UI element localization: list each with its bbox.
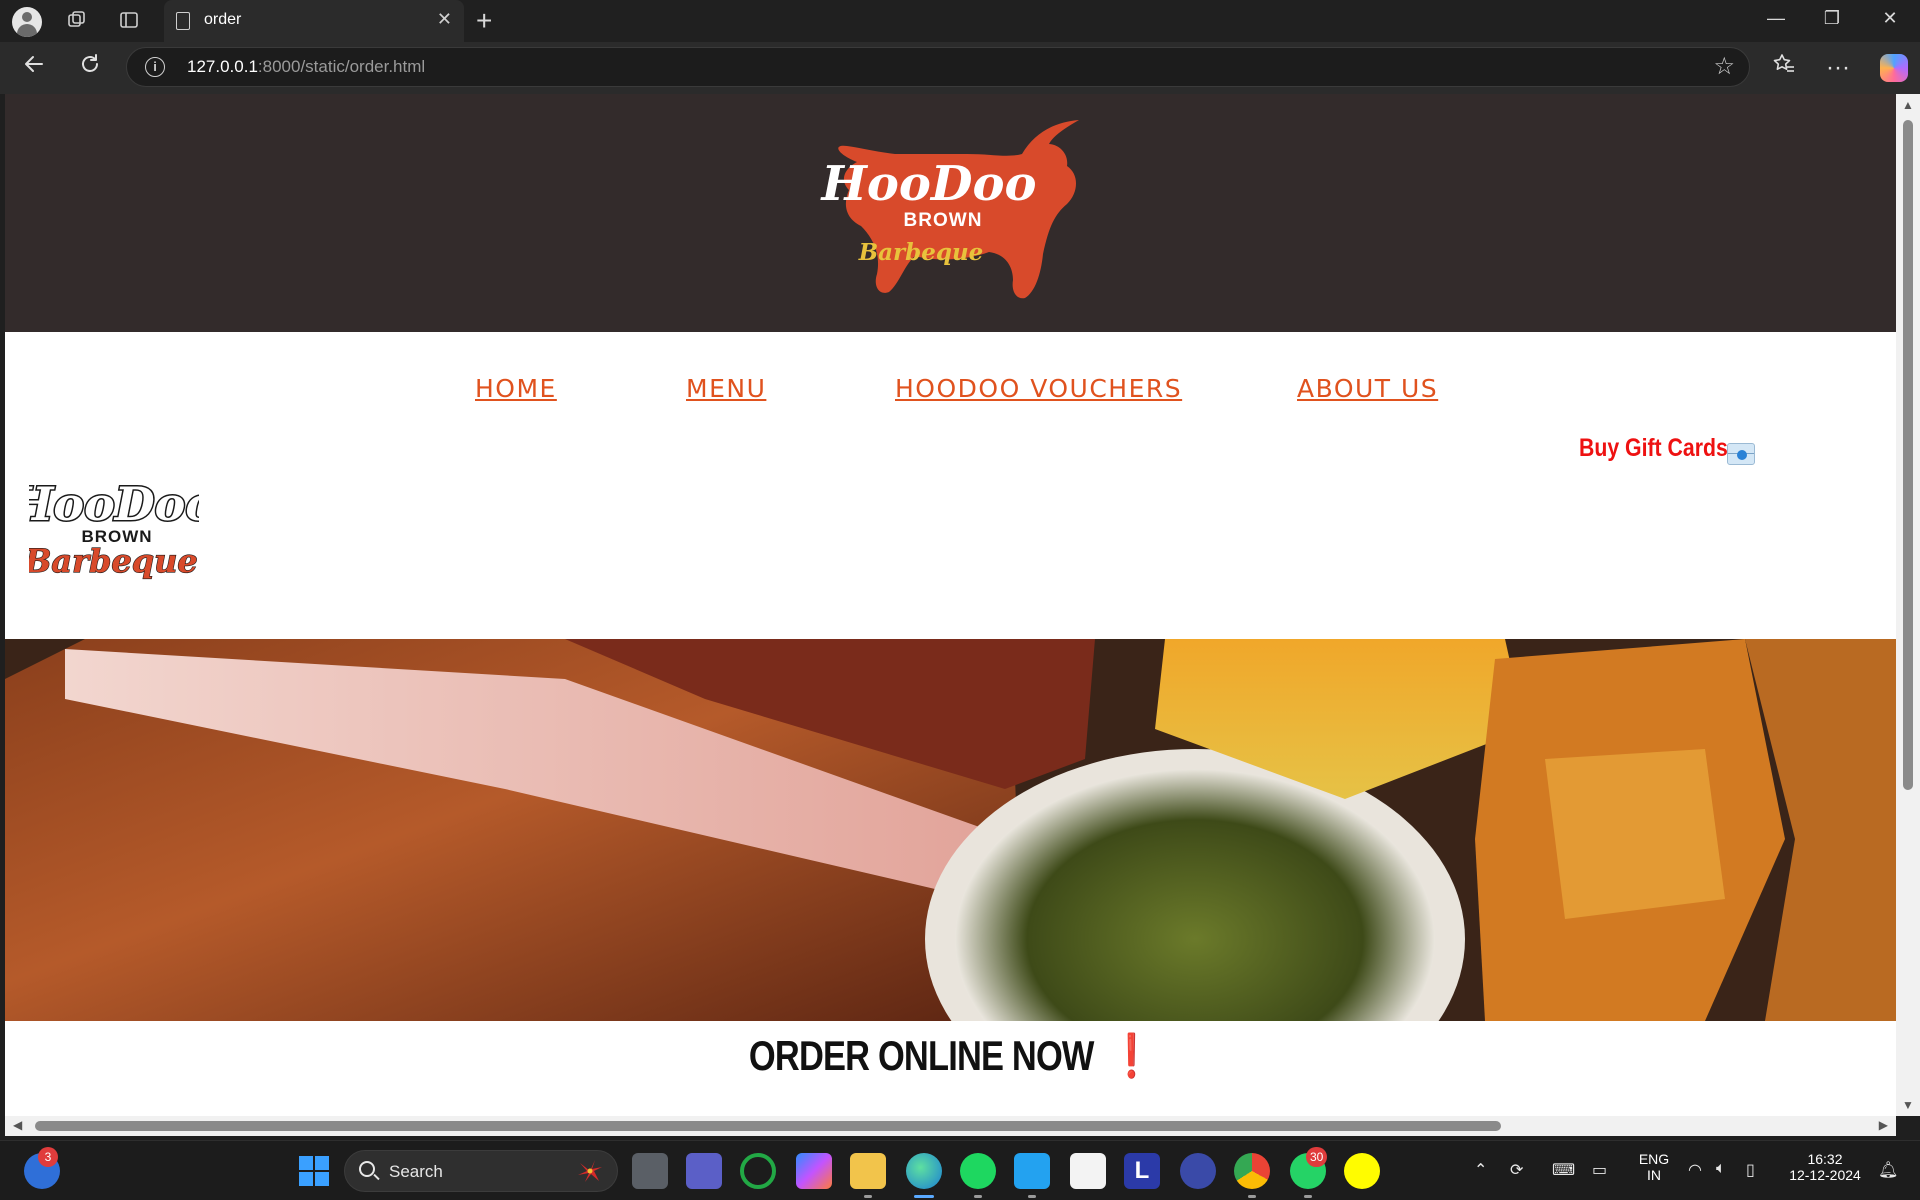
clock-time: 16:32 — [1807, 1151, 1843, 1167]
battery-icon[interactable]: ▯ — [1746, 1160, 1755, 1180]
browser-titlebar: order ✕ + — ❐ ✕ — [0, 0, 1920, 42]
copilot-badge: 3 — [38, 1147, 58, 1167]
notification-bell-icon[interactable]: 🔔︎ — [1878, 1160, 1898, 1180]
minimize-button[interactable]: — — [1756, 8, 1796, 29]
spotify-icon[interactable] — [960, 1153, 996, 1189]
clock[interactable]: 16:32 12-12-2024 — [1780, 1151, 1870, 1183]
explorer-running-indicator — [864, 1195, 872, 1198]
spotify-running-indicator — [974, 1195, 982, 1198]
favorite-star-icon[interactable]: ☆ — [1713, 52, 1735, 81]
copilot-icon[interactable] — [1880, 54, 1908, 82]
whatsapp-running-indicator — [1304, 1195, 1312, 1198]
profile-avatar[interactable] — [12, 7, 42, 37]
nav-about-link[interactable]: ABOUT US — [1297, 374, 1438, 403]
main-nav: HOME MENU HOODOO VOUCHERS ABOUT US — [5, 374, 1896, 414]
search-label: Search — [389, 1162, 443, 1181]
envelope-icon — [1727, 443, 1755, 465]
file-explorer-icon[interactable] — [850, 1153, 886, 1189]
vertical-scroll-thumb[interactable] — [1903, 120, 1913, 790]
hero-food-image — [5, 639, 1896, 1021]
exclamation-icon: ❗ — [1110, 1032, 1153, 1079]
favorites-icon[interactable] — [1768, 52, 1800, 84]
scroll-down-icon[interactable]: ▼ — [1902, 1098, 1914, 1112]
chevron-up-icon[interactable]: ⌃ — [1474, 1160, 1487, 1180]
edge-active-indicator — [914, 1195, 934, 1198]
vscode-icon[interactable] — [1014, 1153, 1050, 1189]
close-tab-icon[interactable]: ✕ — [437, 9, 452, 30]
page-icon — [176, 12, 190, 30]
hoodoo-brown-small-logo[interactable]: HooDoo BROWN Barbeque — [29, 462, 199, 582]
hoodoo-brown-logo[interactable]: HooDoo BROWN Barbeque — [817, 114, 1107, 304]
vertical-scrollbar[interactable]: ▲ ▼ — [1896, 94, 1920, 1116]
edge-icon[interactable] — [906, 1153, 942, 1189]
nav-vouchers-link[interactable]: HOODOO VOUCHERS — [895, 374, 1182, 403]
address-bar[interactable]: i 127.0.0.1:8000/static/order.html ☆ — [126, 47, 1750, 87]
horizontal-scroll-thumb[interactable] — [35, 1121, 1501, 1131]
volume-icon[interactable]: 🔈︎ — [1716, 1160, 1726, 1178]
workspaces-icon[interactable] — [64, 9, 90, 33]
more-menu-icon[interactable]: ··· — [1822, 52, 1854, 84]
task-view-icon[interactable] — [632, 1153, 668, 1189]
refresh-icon[interactable] — [74, 52, 106, 84]
tab-title: order — [204, 11, 242, 28]
lang-bottom: IN — [1647, 1167, 1661, 1183]
scroll-up-icon[interactable]: ▲ — [1902, 98, 1914, 112]
url-text[interactable]: 127.0.0.1:8000/static/order.html — [187, 57, 425, 77]
keyboard-icon[interactable]: ⌨ — [1552, 1160, 1575, 1180]
small-logo-script: HooDoo — [29, 477, 199, 531]
sync-app-icon[interactable] — [740, 1153, 776, 1189]
vscode-running-indicator — [1028, 1195, 1036, 1198]
lang-top: ENG — [1638, 1151, 1670, 1167]
microsoft-store-icon[interactable] — [1070, 1153, 1106, 1189]
order-title-text: ORDER ONLINE NOW — [748, 1032, 1094, 1079]
poinsettia-icon — [578, 1160, 602, 1182]
wifi-icon[interactable]: ◠ — [1688, 1160, 1702, 1180]
chrome-running-indicator — [1248, 1195, 1256, 1198]
tab-order[interactable]: order ✕ — [164, 0, 464, 42]
whatsapp-badge: 30 — [1306, 1147, 1328, 1167]
site-info-icon[interactable]: i — [145, 57, 165, 77]
scroll-left-icon[interactable]: ◀ — [13, 1118, 22, 1132]
order-online-heading: ORDER ONLINE NOW ❗ — [175, 1032, 1726, 1081]
windows-taskbar: 3 Search L 30 ⌃ ⟳ ⌨ ▭ ENG IN ◠ 🔈︎ ▯ 16:3… — [0, 1140, 1920, 1200]
horizontal-scrollbar[interactable]: ◀ ▶ — [5, 1116, 1896, 1136]
snapchat-icon[interactable] — [1344, 1153, 1380, 1189]
buy-gift-cards-link[interactable]: Buy Gift Cards — [1579, 434, 1728, 463]
logo-script-text: HooDoo — [819, 156, 1036, 212]
chrome-icon[interactable] — [1234, 1153, 1270, 1189]
logo-word-text: BROWN — [904, 210, 983, 231]
small-logo-sub: Barbeque — [29, 542, 198, 580]
site-header: HooDoo BROWN Barbeque — [5, 94, 1896, 332]
new-tab-button[interactable]: + — [476, 5, 492, 37]
logo-sub-text: Barbeque — [858, 239, 984, 266]
sync-tray-icon[interactable]: ⟳ — [1510, 1160, 1523, 1180]
vertical-tabs-icon[interactable] — [116, 9, 142, 33]
search-icon — [359, 1161, 375, 1177]
browser-toolbar: i 127.0.0.1:8000/static/order.html ☆ ··· — [0, 42, 1920, 94]
copilot-taskbar-icon[interactable] — [796, 1153, 832, 1189]
taskbar-search-box[interactable]: Search — [344, 1150, 618, 1192]
windows-start-icon[interactable] — [296, 1153, 332, 1189]
restore-button[interactable]: ❐ — [1812, 8, 1852, 29]
page-viewport: HooDoo BROWN Barbeque HOME MENU HOODOO V… — [5, 94, 1896, 1116]
l-app-icon[interactable]: L — [1124, 1153, 1160, 1189]
arc-app-icon[interactable] — [1180, 1153, 1216, 1189]
nav-menu-link[interactable]: MENU — [686, 374, 766, 403]
language-indicator[interactable]: ENG IN — [1634, 1151, 1674, 1183]
clock-date: 12-12-2024 — [1789, 1167, 1861, 1183]
close-window-button[interactable]: ✕ — [1870, 8, 1910, 29]
display-icon[interactable]: ▭ — [1592, 1160, 1607, 1180]
teams-icon[interactable] — [686, 1153, 722, 1189]
back-arrow-icon[interactable] — [18, 52, 50, 84]
scroll-right-icon[interactable]: ▶ — [1879, 1118, 1888, 1132]
nav-home-link[interactable]: HOME — [475, 374, 557, 403]
